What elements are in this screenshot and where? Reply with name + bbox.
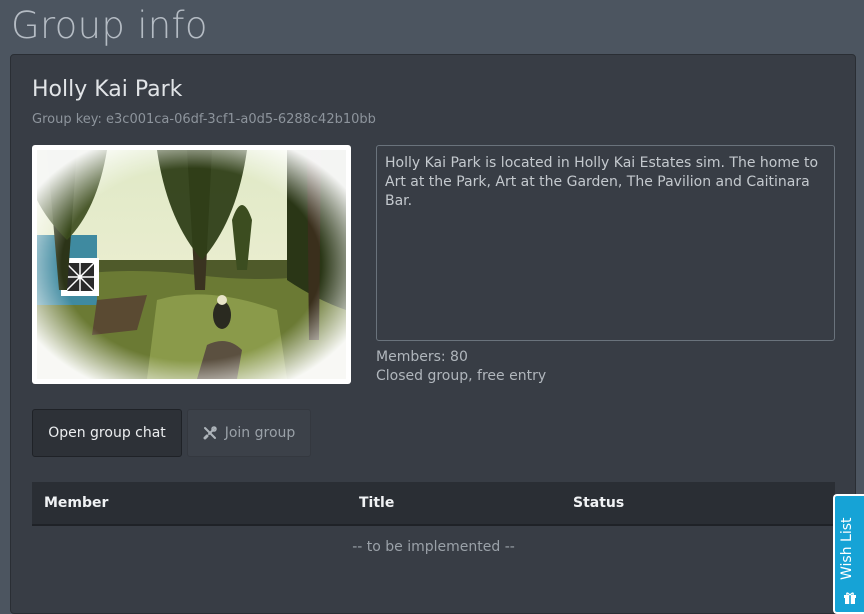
- members-count: Members: 80: [376, 349, 468, 365]
- column-member[interactable]: Member: [44, 495, 108, 511]
- join-group-label: Join group: [224, 425, 296, 441]
- group-name: Holly Kai Park: [32, 77, 183, 102]
- column-status[interactable]: Status: [573, 495, 624, 511]
- join-group-button[interactable]: Join group: [187, 409, 311, 457]
- group-info-panel: Holly Kai Park Group key: e3c001ca-06df-…: [10, 54, 856, 614]
- page-title: Group info: [11, 4, 208, 47]
- group-type: Closed group, free entry: [376, 368, 547, 384]
- group-image-picture: [37, 150, 346, 379]
- gift-icon: [843, 590, 857, 604]
- members-table-header: Member Title Status: [32, 482, 835, 526]
- group-description: Holly Kai Park is located in Holly Kai E…: [376, 145, 835, 341]
- wish-list-tab[interactable]: Wish List: [833, 494, 864, 614]
- table-empty-message: -- to be implemented --: [352, 539, 515, 555]
- group-image: [32, 145, 351, 384]
- tools-icon: [203, 426, 217, 440]
- group-key: Group key: e3c001ca-06df-3cf1-a0d5-6288c…: [32, 112, 376, 127]
- column-title[interactable]: Title: [359, 495, 394, 511]
- open-group-chat-button[interactable]: Open group chat: [32, 409, 182, 457]
- wish-list-label: Wish List: [839, 517, 855, 580]
